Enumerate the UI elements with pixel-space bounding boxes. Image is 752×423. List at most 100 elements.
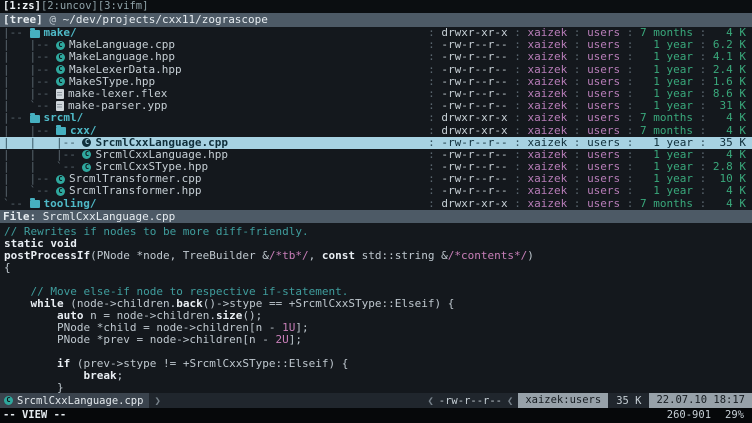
file-name: make-lexer.flex <box>68 88 167 100</box>
column-separator: : <box>567 185 587 197</box>
vifm-path-bar: [tree] @ ~/dev/projects/cxx11/zograscope <box>0 13 752 27</box>
file-name: MakeLexerData.hpp <box>69 64 182 76</box>
tree-prefix: | |-- <box>3 76 56 88</box>
file-name-cell: | `-- make-parser.ypp <box>3 100 421 112</box>
file-tree: |-- make/ : drwxr-xr-x : xaizek : users … <box>0 27 752 210</box>
tmux-window-zs[interactable]: [1:zs] <box>3 0 41 12</box>
file-group: users <box>587 64 620 76</box>
tree-prefix: | |-- <box>3 64 56 76</box>
file-perms: -rw-r--r-- <box>441 51 507 63</box>
file-perms: -rw-r--r-- <box>441 185 507 197</box>
column-separator: : <box>508 125 528 137</box>
file-name-cell: | | |-- SrcmlCxxLanguage.cpp <box>3 137 421 149</box>
file-group: users <box>587 198 620 210</box>
file-user: xaizek <box>527 125 567 137</box>
statusbar-size: 35 K <box>608 395 649 407</box>
file-name-cell: | |-- make-lexer.flex <box>3 88 421 100</box>
column-separator: : <box>508 51 528 63</box>
code-line: { <box>4 262 752 274</box>
file-name: cxx/ <box>70 125 97 137</box>
doc-file-icon <box>56 89 64 99</box>
file-name-cell: `-- tooling/ <box>3 198 421 210</box>
tree-row[interactable]: | `-- SrcmlTransformer.hpp : -rw-r--r-- … <box>0 185 752 197</box>
code-line: // Rewrites if nodes to be more diff-fri… <box>4 226 752 238</box>
tree-prefix: | |-- <box>3 88 56 100</box>
column-separator: : <box>567 125 587 137</box>
tree-row[interactable]: | |-- cxx/ : drwxr-xr-x : xaizek : users… <box>0 125 752 137</box>
file-name: srcml/ <box>44 112 84 124</box>
file-name: MakeLanguage.cpp <box>69 39 175 51</box>
chevron-left-icon: ❮ <box>502 395 518 407</box>
file-name: SrcmlTransformer.hpp <box>69 185 201 197</box>
doc-file-icon <box>56 101 64 111</box>
column-separator: : <box>421 112 441 124</box>
tree-prefix: | `-- <box>3 100 56 112</box>
cpp-file-icon <box>82 163 91 172</box>
file-group: users <box>587 112 620 124</box>
cpp-file-icon <box>56 41 65 50</box>
folder-icon <box>30 200 40 208</box>
cpp-file-icon <box>56 175 65 184</box>
tmux-window-uncov[interactable]: [2:uncov] <box>41 0 98 12</box>
file-user: xaizek <box>527 185 567 197</box>
file-name-cell: | `-- SrcmlTransformer.hpp <box>3 185 421 197</box>
cpp-file-icon <box>56 65 65 74</box>
column-separator: : <box>693 51 713 63</box>
column-separator: : <box>693 125 713 137</box>
tree-prefix: |-- <box>3 27 30 39</box>
file-size: 4.1 K <box>713 51 746 63</box>
preview-filename-value: SrcmlCxxLanguage.cpp <box>43 210 175 223</box>
file-name-cell: | | |-- SrcmlCxxLanguage.hpp <box>3 149 421 161</box>
file-name-cell: |-- make/ <box>3 27 421 39</box>
statusbar-permissions: -rw-r--r-- <box>439 395 502 407</box>
column-separator: : <box>508 198 528 210</box>
chevron-right-icon: ❯ <box>149 395 165 407</box>
file-size: 4 K <box>713 185 746 197</box>
column-separator: : <box>421 51 441 63</box>
tree-row[interactable]: |-- srcml/ : drwxr-xr-x : xaizek : users… <box>0 112 752 124</box>
column-separator: : <box>620 125 640 137</box>
tmux-window-vifm[interactable]: [3:vifm] <box>98 0 149 12</box>
column-separator: : <box>620 185 640 197</box>
cpp-file-icon <box>56 53 65 62</box>
tree-row[interactable]: | |-- MakeLexerData.hpp : -rw-r--r-- : x… <box>0 64 752 76</box>
code-line: } <box>4 382 752 393</box>
file-name: SrcmlCxxLanguage.cpp <box>95 137 227 149</box>
tree-row[interactable]: `-- tooling/ : drwxr-xr-x : xaizek : use… <box>0 198 752 210</box>
column-separator: : <box>620 112 640 124</box>
tree-prefix: | `-- <box>3 185 56 197</box>
column-separator: : <box>693 198 713 210</box>
file-name: make/ <box>44 27 77 39</box>
code-line: break; <box>4 370 752 382</box>
file-user: xaizek <box>527 64 567 76</box>
column-separator: : <box>421 185 441 197</box>
column-separator: : <box>620 198 640 210</box>
file-name-cell: |-- srcml/ <box>3 112 421 124</box>
file-group: users <box>587 51 620 63</box>
file-name: make-parser.ypp <box>68 100 167 112</box>
file-name: SrcmlCxxSType.hpp <box>95 161 208 173</box>
code-line: PNode *prev = node->children[n - 2U]; <box>4 334 752 346</box>
vifm-terminal: [1:zs][2:uncov][3:vifm] [tree] @ ~/dev/p… <box>0 0 752 423</box>
cpp-file-icon <box>82 138 91 147</box>
file-date: 7 months <box>640 198 693 210</box>
statusbar-filename: SrcmlCxxLanguage.cpp <box>17 395 143 407</box>
column-separator: : <box>508 185 528 197</box>
file-name-cell: | |-- MakeLexerData.hpp <box>3 64 421 76</box>
line-range: 260-901 <box>667 408 711 423</box>
file-user: xaizek <box>527 112 567 124</box>
file-name: tooling/ <box>44 198 97 210</box>
cpp-file-icon <box>56 187 65 196</box>
tree-row[interactable]: | |-- MakeLanguage.hpp : -rw-r--r-- : xa… <box>0 51 752 63</box>
tree-prefix: | |-- <box>3 51 56 63</box>
tree-prefix: | | `-- <box>3 161 82 173</box>
file-name: SrcmlTransformer.cpp <box>69 173 201 185</box>
cpp-file-icon <box>82 150 91 159</box>
code-line: postProcessIf(PNode *node, TreeBuilder &… <box>4 250 752 262</box>
folder-icon <box>30 30 40 38</box>
file-size: 2.4 K <box>713 64 746 76</box>
file-date: 1 year <box>640 185 693 197</box>
column-separator: : <box>421 64 441 76</box>
tree-prefix: | |-- <box>3 173 56 185</box>
path-separator: @ <box>43 13 63 26</box>
